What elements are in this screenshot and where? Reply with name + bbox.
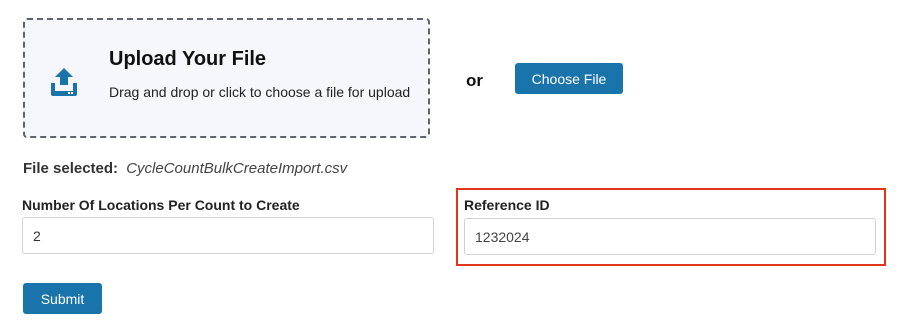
upload-icon [51, 68, 77, 96]
locations-per-count-label: Number Of Locations Per Count to Create [22, 197, 300, 213]
reference-id-label: Reference ID [464, 197, 550, 213]
selected-filename: CycleCountBulkCreateImport.csv [126, 160, 348, 177]
file-dropzone[interactable]: Upload Your File Drag and drop or click … [23, 18, 430, 138]
locations-per-count-input[interactable] [22, 217, 434, 254]
file-selected-text: File selected: CycleCountBulkCreateImpor… [23, 160, 347, 177]
choose-file-button[interactable]: Choose File [515, 63, 623, 94]
submit-button[interactable]: Submit [23, 283, 102, 314]
reference-id-input[interactable] [464, 218, 876, 255]
or-separator: or [466, 71, 483, 90]
upload-subtitle: Drag and drop or click to choose a file … [109, 84, 411, 100]
upload-title: Upload Your File [109, 48, 267, 70]
page: Upload Your File Drag and drop or click … [0, 0, 900, 322]
file-selected-label: File selected: [23, 160, 119, 177]
